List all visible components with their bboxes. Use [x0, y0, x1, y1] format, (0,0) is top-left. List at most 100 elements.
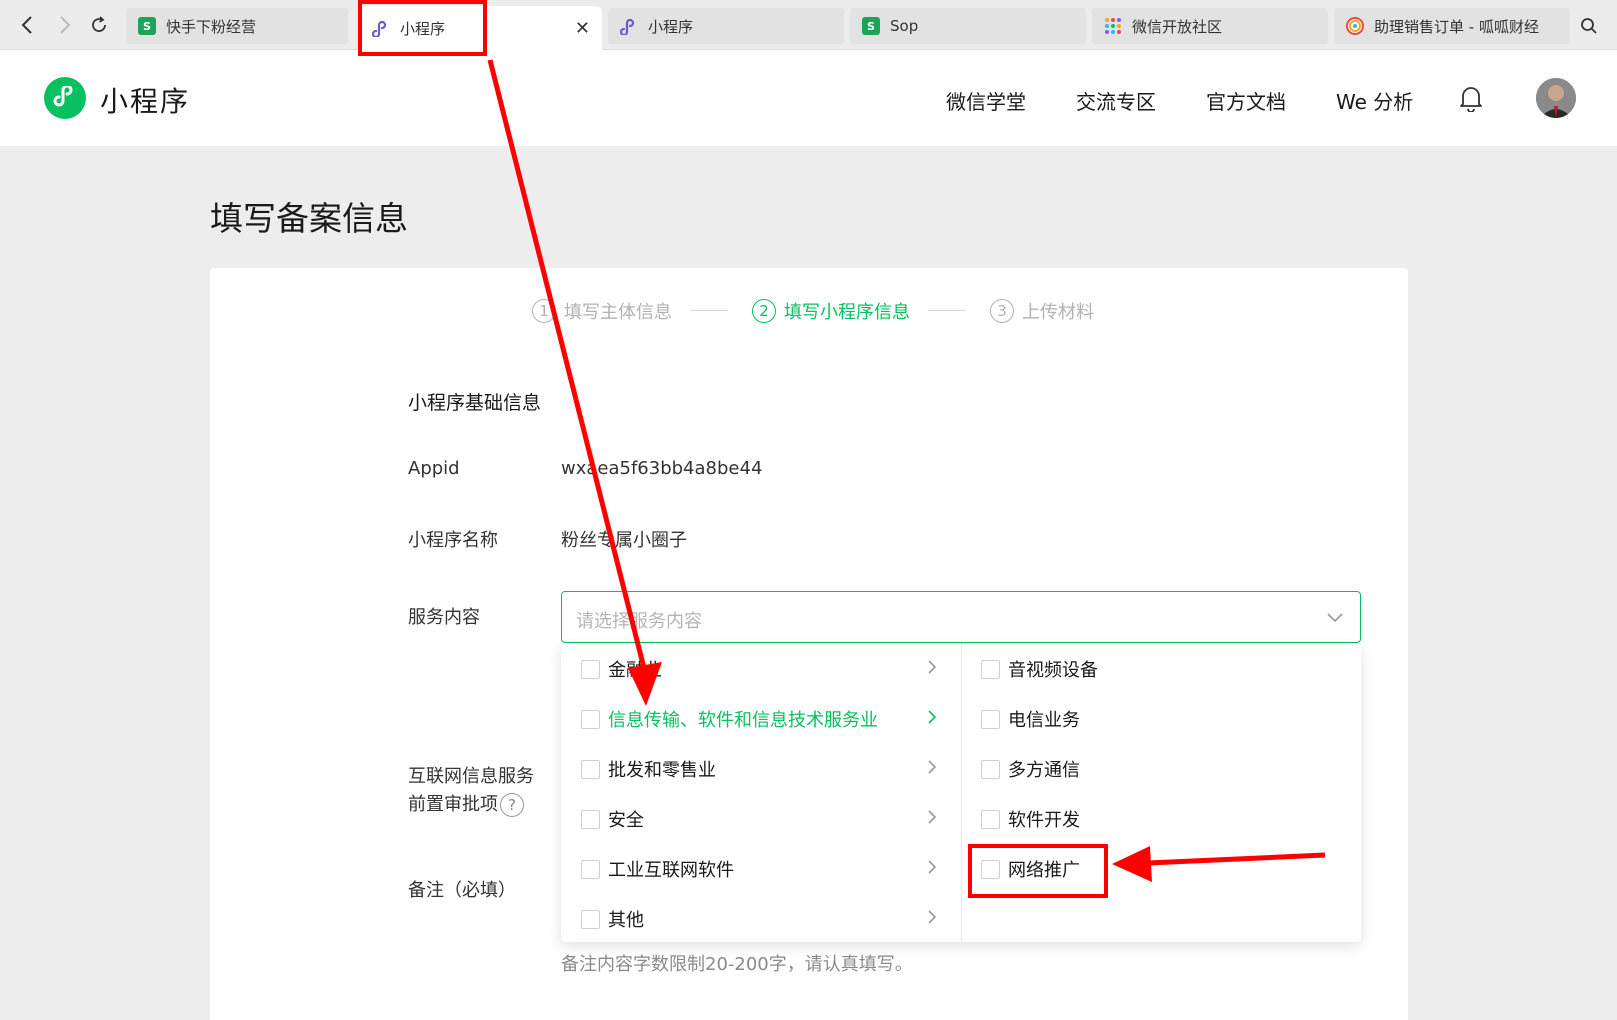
miniprogram-icon [372, 19, 390, 37]
step-divider [690, 310, 728, 311]
step-3: 3 上传材料 [990, 298, 1094, 324]
internet-label-text: 前置审批项 [408, 794, 498, 815]
option-label: 信息传输、软件和信息技术服务业 [608, 710, 878, 731]
avatar[interactable] [1536, 78, 1576, 118]
section-title: 小程序基础信息 [408, 392, 542, 414]
step-2-active: 2 填写小程序信息 [752, 298, 910, 324]
step-divider [928, 310, 966, 311]
chevron-right-icon [927, 909, 937, 930]
tab-label: 快手下粉经营 [166, 17, 257, 36]
nav-docs[interactable]: 官方文档 [1206, 86, 1286, 115]
option-label: 安全 [608, 810, 644, 831]
help-icon[interactable]: ? [500, 793, 524, 817]
column-divider [961, 644, 962, 942]
step-label: 上传材料 [1022, 302, 1094, 323]
close-icon[interactable]: ✕ [575, 18, 590, 39]
category-option[interactable]: 批发和零售业 [581, 754, 941, 784]
rainbow-icon [1346, 17, 1364, 35]
service-dropdown: 金融业 信息传输、软件和信息技术服务业 批发和零售业 安全 工业互联网软件 其他 [561, 644, 1361, 942]
checkbox[interactable] [581, 859, 600, 879]
internet-label-line2: 前置审批项? [408, 790, 524, 817]
remark-hint: 备注内容字数限制20-200字，请认真填写。 [561, 954, 913, 975]
nav-wechat-academy[interactable]: 微信学堂 [946, 86, 1026, 115]
chevron-right-icon [927, 859, 937, 880]
tab-miniprogram-2[interactable]: 小程序 [608, 8, 844, 44]
category-option[interactable]: 金融业 [581, 654, 941, 684]
internet-label: 互联网信息服务 [408, 766, 534, 787]
checkbox[interactable] [581, 759, 600, 779]
nav-community[interactable]: 交流专区 [1076, 86, 1156, 115]
subcategory-option-network-promotion[interactable]: 网络推广 [981, 854, 1080, 884]
forward-icon[interactable] [52, 12, 78, 38]
option-label: 多方通信 [1008, 760, 1080, 781]
tab-miniprogram-active[interactable]: 小程序 ✕ [360, 6, 602, 50]
service-label: 服务内容 [408, 607, 480, 628]
chevron-right-icon [927, 659, 937, 680]
step-number: 2 [752, 299, 776, 323]
subcategory-option[interactable]: 软件开发 [981, 804, 1080, 834]
remark-label: 备注（必填） [408, 880, 516, 901]
option-label: 软件开发 [1008, 810, 1080, 831]
chevron-down-icon [1326, 608, 1344, 627]
tab-label: Sop [890, 17, 919, 35]
back-icon[interactable] [14, 12, 40, 38]
sheet-icon: S [862, 17, 880, 35]
appid-value: wxaea5f63bb4a8be44 [561, 458, 763, 479]
service-select[interactable]: 请选择服务内容 [561, 591, 1361, 643]
subcategory-option[interactable]: 多方通信 [981, 754, 1080, 784]
checkbox[interactable] [581, 659, 600, 679]
site-header: 小程序 微信学堂 交流专区 官方文档 We 分析 [0, 50, 1617, 146]
subcategory-option[interactable]: 音视频设备 [981, 654, 1098, 684]
option-label: 其他 [608, 910, 644, 931]
brand-title[interactable]: 小程序 [100, 80, 190, 120]
checkbox[interactable] [581, 909, 600, 929]
reload-icon[interactable] [86, 12, 112, 38]
nav-we-analytics[interactable]: We 分析 [1336, 86, 1413, 115]
checkbox[interactable] [581, 709, 600, 729]
tab-label: 小程序 [400, 19, 446, 38]
name-value: 粉丝专属小圈子 [561, 530, 687, 551]
appid-label: Appid [408, 458, 460, 479]
miniprogram-logo-icon[interactable] [44, 77, 86, 119]
option-label: 音视频设备 [1008, 660, 1098, 681]
option-label: 工业互联网软件 [608, 860, 734, 881]
checkbox[interactable] [981, 809, 1000, 829]
option-label: 网络推广 [1008, 860, 1080, 881]
checkbox[interactable] [981, 759, 1000, 779]
option-label: 电信业务 [1008, 710, 1080, 731]
step-number: 3 [990, 299, 1014, 323]
checkbox[interactable] [581, 809, 600, 829]
tab-label: 助理销售订单 - 呱呱财经 [1374, 17, 1539, 36]
chevron-right-icon [927, 709, 937, 730]
step-label: 填写主体信息 [564, 302, 672, 323]
browser-tab-bar: S 快手下粉经营 小程序 ✕ 小程序 S Sop 微信开放社区 助理销售订单 -… [0, 0, 1617, 50]
option-label: 金融业 [608, 660, 662, 681]
chevron-right-icon [927, 759, 937, 780]
category-option[interactable]: 其他 [581, 904, 941, 934]
tab-sop[interactable]: S Sop [850, 8, 1086, 44]
checkbox[interactable] [981, 709, 1000, 729]
chevron-right-icon [927, 809, 937, 830]
page-title: 填写备案信息 [210, 199, 408, 238]
tab-label: 小程序 [648, 17, 694, 36]
sheet-icon: S [138, 17, 156, 35]
step-label: 填写小程序信息 [784, 302, 910, 323]
subcategory-option[interactable]: 电信业务 [981, 704, 1080, 734]
tab-label: 微信开放社区 [1132, 17, 1223, 36]
category-option[interactable]: 安全 [581, 804, 941, 834]
checkbox[interactable] [981, 859, 1000, 879]
category-option-active[interactable]: 信息传输、软件和信息技术服务业 [581, 704, 941, 734]
service-placeholder: 请选择服务内容 [576, 611, 702, 632]
option-label: 批发和零售业 [608, 760, 716, 781]
bell-icon[interactable] [1458, 84, 1484, 116]
name-label: 小程序名称 [408, 530, 498, 551]
search-icon[interactable] [1573, 10, 1605, 42]
miniprogram-icon [620, 17, 638, 35]
checkbox[interactable] [981, 659, 1000, 679]
community-icon [1104, 17, 1122, 35]
step-number: 1 [532, 299, 556, 323]
tab-guagua[interactable]: 助理销售订单 - 呱呱财经 [1334, 8, 1570, 44]
tab-kuaishou[interactable]: S 快手下粉经营 [126, 8, 348, 44]
tab-wechat-community[interactable]: 微信开放社区 [1092, 8, 1328, 44]
category-option[interactable]: 工业互联网软件 [581, 854, 941, 884]
